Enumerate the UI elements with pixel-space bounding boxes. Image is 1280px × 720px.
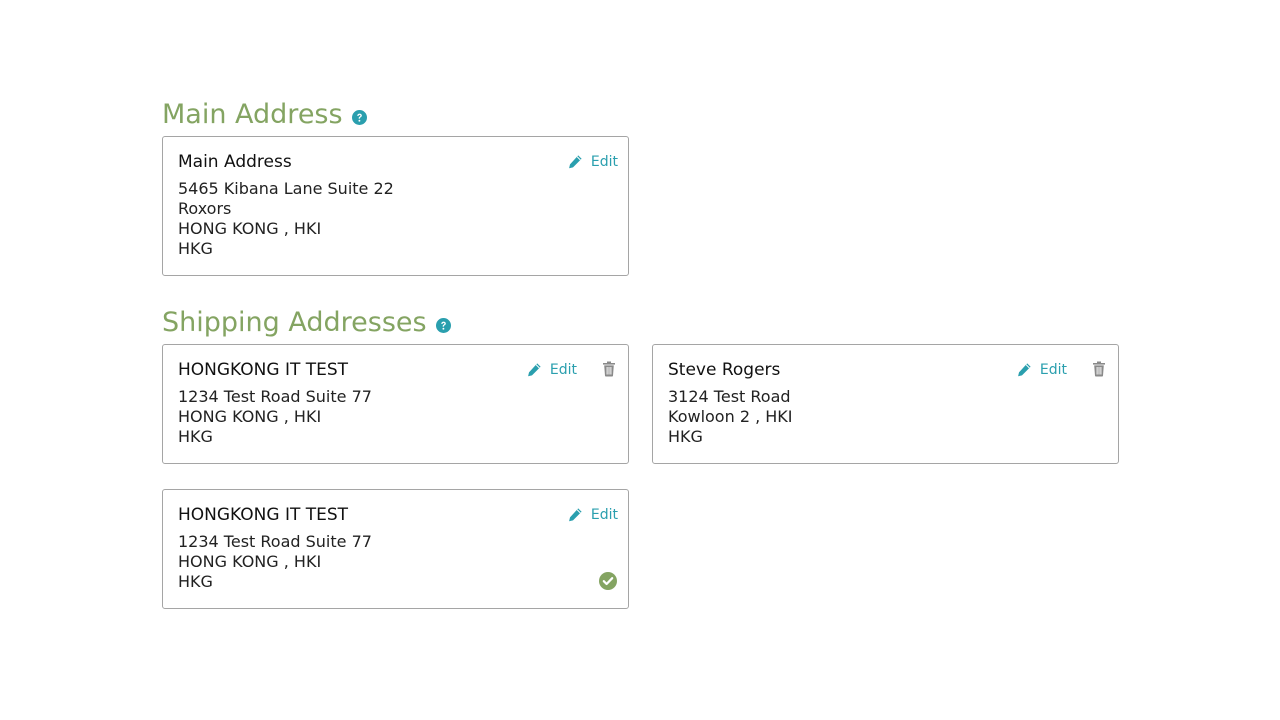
pencil-icon bbox=[526, 362, 542, 378]
edit-shipping-address-button[interactable]: Edit bbox=[567, 505, 618, 525]
edit-label: Edit bbox=[549, 362, 577, 378]
address-line: HONG KONG , HKI bbox=[178, 219, 322, 238]
main-address-title: Main Address bbox=[162, 99, 343, 130]
address-line: HKG bbox=[178, 239, 213, 258]
shipping-address-card: Steve Rogers Edit 3124 Test Road Kowloon… bbox=[652, 344, 1119, 464]
edit-shipping-address-button[interactable]: Edit bbox=[526, 360, 577, 380]
pencil-icon bbox=[567, 507, 583, 523]
shipping-address-card: HONGKONG IT TEST Edit 1234 Test Road Sui… bbox=[162, 344, 629, 464]
edit-main-address-button[interactable]: Edit bbox=[567, 152, 618, 172]
main-address-help-icon[interactable] bbox=[351, 109, 367, 125]
edit-label: Edit bbox=[590, 507, 618, 523]
pencil-icon bbox=[1016, 362, 1032, 378]
shipping-addresses-title: Shipping Addresses bbox=[162, 307, 427, 338]
address-lines: 1234 Test Road Suite 77 HONG KONG , HKI … bbox=[178, 387, 372, 447]
edit-shipping-address-button[interactable]: Edit bbox=[1016, 360, 1067, 380]
edit-label: Edit bbox=[590, 154, 618, 170]
shipping-addresses-heading: Shipping Addresses bbox=[162, 307, 451, 339]
pencil-icon bbox=[567, 154, 583, 170]
address-line: HKG bbox=[178, 427, 213, 446]
card-name: Main Address bbox=[178, 152, 292, 172]
check-circle-icon bbox=[599, 572, 617, 590]
address-line: Roxors bbox=[178, 199, 232, 218]
main-address-heading: Main Address bbox=[162, 99, 367, 131]
address-lines: 1234 Test Road Suite 77 HONG KONG , HKI … bbox=[178, 532, 372, 592]
edit-label: Edit bbox=[1039, 362, 1067, 378]
trash-icon[interactable] bbox=[602, 361, 616, 377]
address-line: HKG bbox=[178, 572, 213, 591]
trash-icon[interactable] bbox=[1092, 361, 1106, 377]
card-name: HONGKONG IT TEST bbox=[178, 505, 349, 525]
address-lines: 5465 Kibana Lane Suite 22 Roxors HONG KO… bbox=[178, 179, 394, 259]
address-lines: 3124 Test Road Kowloon 2 , HKI HKG bbox=[668, 387, 793, 447]
address-line: 5465 Kibana Lane Suite 22 bbox=[178, 179, 394, 198]
shipping-address-card-default: HONGKONG IT TEST Edit 1234 Test Road Sui… bbox=[162, 489, 629, 609]
shipping-addresses-help-icon[interactable] bbox=[435, 317, 451, 333]
main-address-card: Main Address Edit 5465 Kibana Lane Suite… bbox=[162, 136, 629, 276]
card-name: HONGKONG IT TEST bbox=[178, 360, 349, 380]
address-line: HKG bbox=[668, 427, 703, 446]
address-line: 3124 Test Road bbox=[668, 387, 791, 406]
address-line: HONG KONG , HKI bbox=[178, 407, 322, 426]
address-line: 1234 Test Road Suite 77 bbox=[178, 387, 372, 406]
address-line: HONG KONG , HKI bbox=[178, 552, 322, 571]
address-line: 1234 Test Road Suite 77 bbox=[178, 532, 372, 551]
card-name: Steve Rogers bbox=[668, 360, 781, 380]
address-line: Kowloon 2 , HKI bbox=[668, 407, 793, 426]
